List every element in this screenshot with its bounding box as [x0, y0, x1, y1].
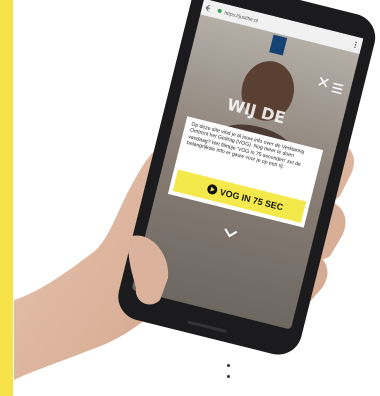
promo-image: https://justitie.nl WIJ DE Op deze site … — [0, 0, 380, 396]
hand-and-phone-illustration: https://justitie.nl WIJ DE Op deze site … — [14, 0, 376, 380]
more-indicator — [224, 364, 232, 390]
phone: https://justitie.nl WIJ DE Op deze site … — [118, 0, 376, 355]
